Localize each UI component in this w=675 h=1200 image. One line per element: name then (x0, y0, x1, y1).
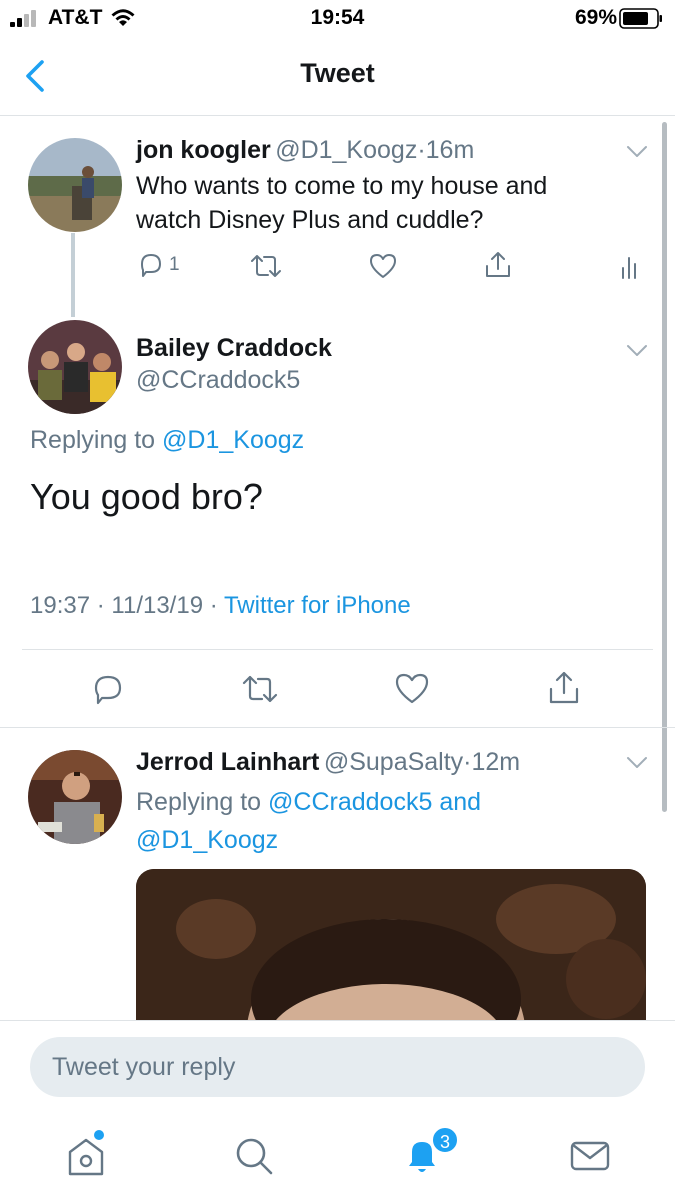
chevron-down-icon[interactable] (626, 344, 648, 358)
author-name[interactable]: Bailey Craddock (136, 334, 332, 363)
scrollbar[interactable] (662, 122, 667, 812)
reply-count: 1 (169, 254, 180, 275)
replying-prefix: Replying to (136, 788, 262, 816)
divider (22, 649, 653, 650)
author-name[interactable]: Jerrod Lainhart (136, 748, 319, 776)
home-unread-dot (94, 1130, 104, 1140)
battery-icon (619, 8, 662, 29)
tab-home-icon[interactable] (64, 1134, 108, 1178)
divider (0, 727, 675, 728)
heart-icon[interactable] (368, 252, 398, 280)
replying-to: Replying to @D1_Koogz (30, 426, 304, 455)
tweet-header: jon koogler @D1_Koogz·16m (136, 136, 616, 165)
tweet-meta: 19:37 · 11/13/19 · Twitter for iPhone (30, 592, 411, 620)
reply-composer (0, 1020, 675, 1116)
reply-icon (141, 254, 161, 277)
page-title: Tweet (300, 58, 375, 88)
tweet-age: 12m (471, 748, 521, 776)
mention-link[interactable]: @CCraddock5 (268, 788, 432, 816)
avatar[interactable] (28, 320, 122, 414)
tweet-source-link[interactable]: Twitter for iPhone (224, 592, 411, 619)
share-icon[interactable] (484, 250, 512, 280)
clock: 19:54 (310, 6, 365, 29)
replying-to: Replying to @CCraddock5 and @D1_Koogz (136, 783, 616, 859)
mention-link[interactable]: @D1_Koogz (162, 426, 304, 454)
tab-messages-icon[interactable] (568, 1134, 612, 1178)
author-handle[interactable]: @CCraddock5 (136, 366, 300, 395)
separator-dot: · (96, 592, 105, 619)
nav-header: Tweet (0, 36, 675, 116)
separator-dot: · (463, 748, 472, 776)
chevron-down-icon[interactable] (626, 756, 648, 770)
retweet-icon[interactable] (248, 252, 284, 280)
tweet-time: 19:37 (30, 592, 91, 619)
tab-bar (0, 1116, 675, 1200)
separator-dot: · (209, 592, 218, 619)
chevron-down-icon[interactable] (626, 145, 648, 159)
author-handle[interactable]: @D1_Koogz (275, 136, 417, 164)
notifications-badge: 3 (431, 1126, 459, 1154)
tweet-date: 11/13/19 (111, 592, 204, 619)
tweet-age: 16m (425, 136, 475, 164)
reply-input[interactable] (30, 1037, 645, 1097)
tab-search-icon[interactable] (232, 1134, 276, 1178)
share-icon[interactable] (547, 670, 581, 706)
tweet-text: Who wants to come to my house and watch … (136, 172, 548, 234)
author-name[interactable]: jon koogler (136, 136, 271, 164)
tweet-text: You good bro? (30, 476, 263, 517)
and-word: and (439, 788, 482, 816)
avatar[interactable] (28, 750, 122, 844)
tweet-header: Jerrod Lainhart @SupaSalty·12m (136, 748, 616, 777)
retweet-icon[interactable] (240, 673, 280, 705)
analytics-icon[interactable] (620, 254, 640, 280)
reply-icon[interactable] (90, 671, 126, 707)
battery-percent: 69% (574, 6, 617, 29)
heart-icon[interactable] (394, 672, 430, 706)
author-handle[interactable]: @SupaSalty (324, 748, 463, 776)
replying-prefix: Replying to (30, 426, 156, 454)
avatar[interactable] (28, 138, 122, 232)
status-bar: AT&T 19:54 69% (0, 0, 675, 36)
separator-dot: · (417, 136, 426, 164)
mention-link[interactable]: @D1_Koogz (136, 826, 278, 854)
reply-action[interactable]: 1 (136, 250, 180, 280)
media-gif[interactable] (136, 869, 646, 1020)
thread-line (71, 233, 75, 317)
